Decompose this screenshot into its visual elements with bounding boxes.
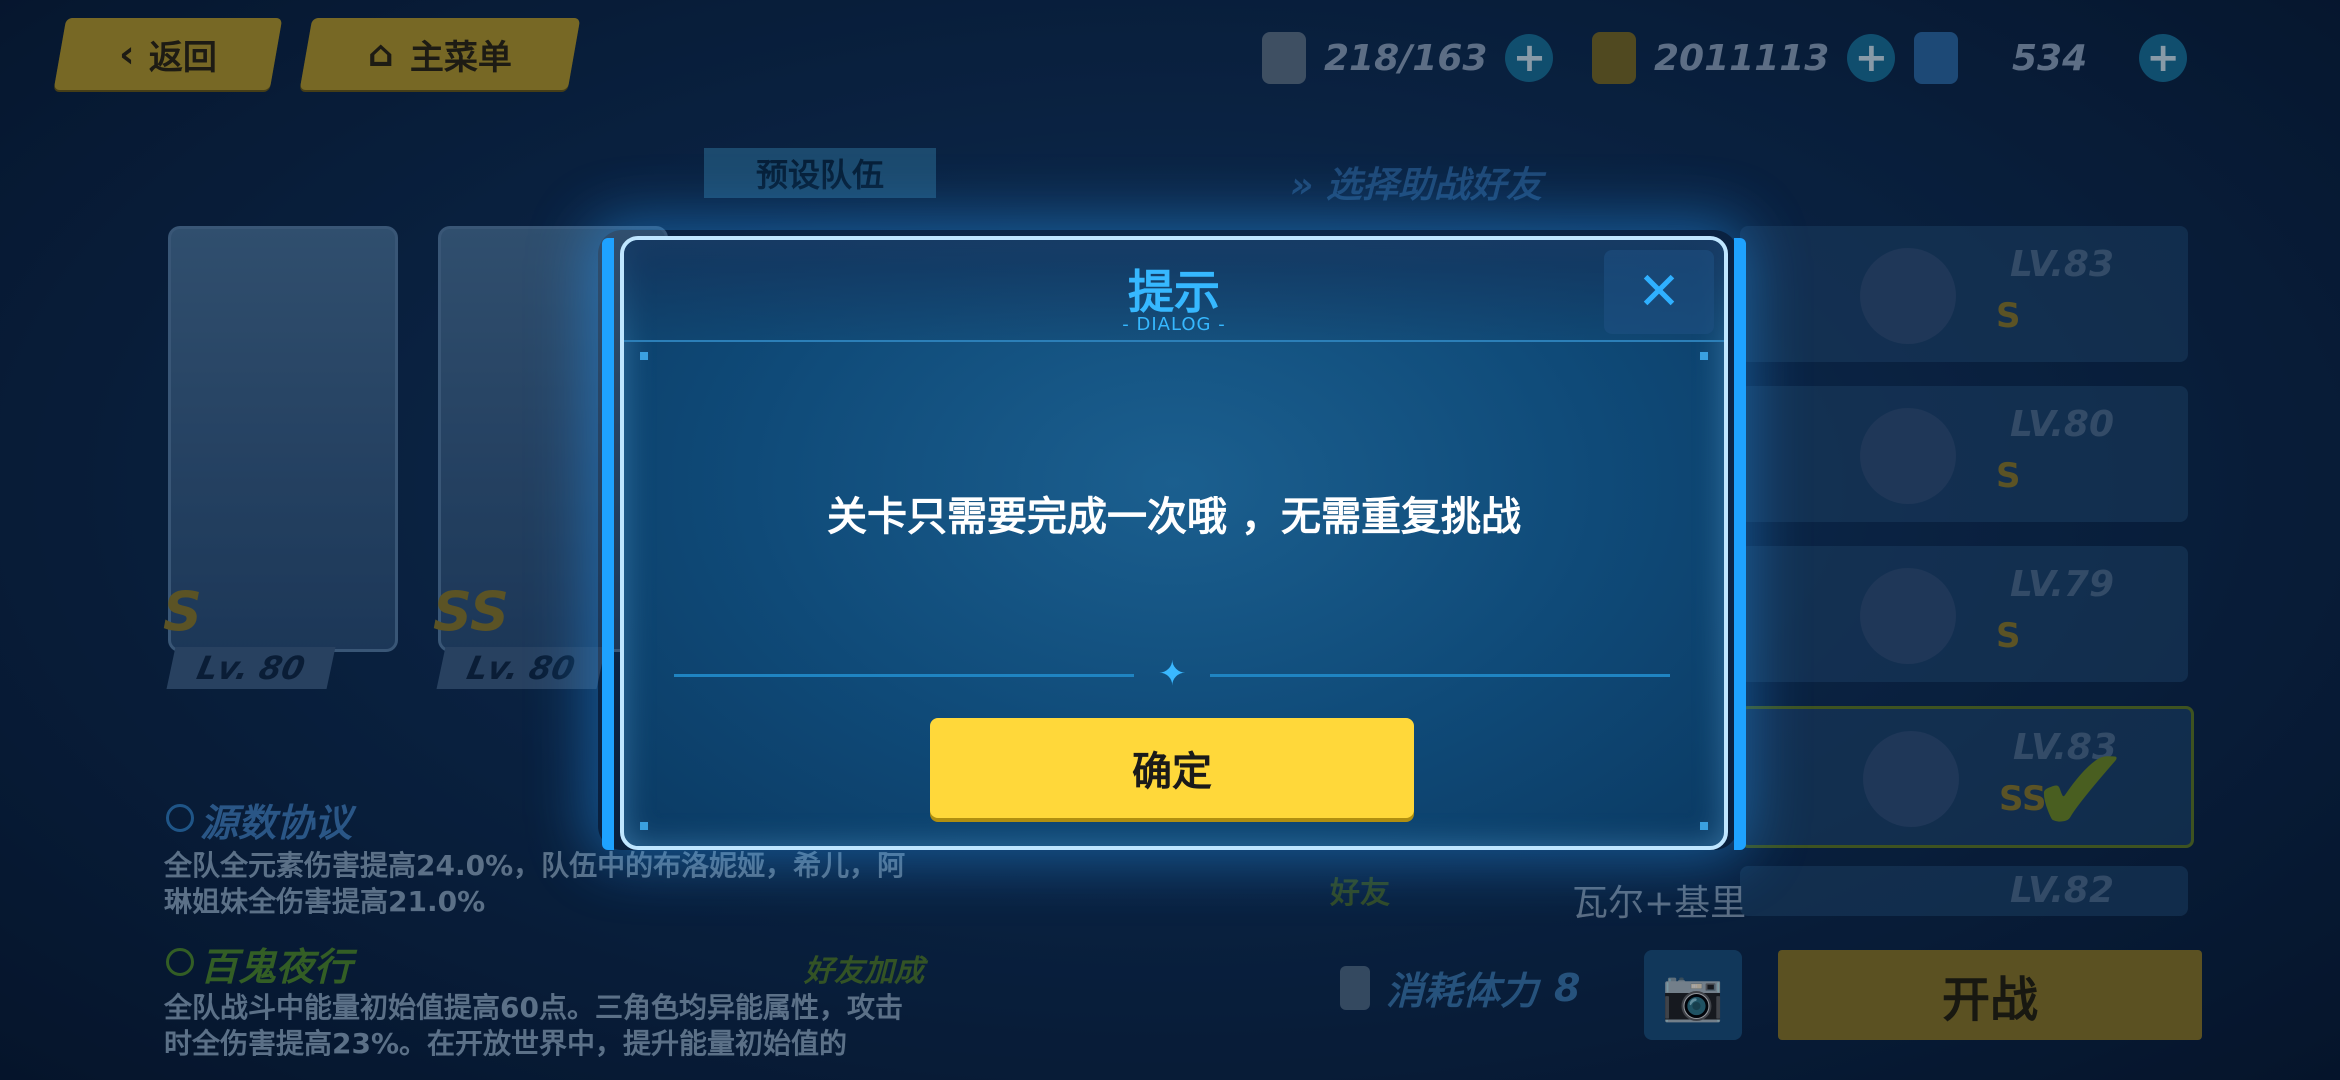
buff-name: 百鬼夜行 [200,945,353,989]
card-level: Lv. 80 [166,647,336,689]
friend-row[interactable]: LV.83 S [1740,226,2188,362]
friend-rank: S [1996,616,2021,656]
preset-team-tab[interactable]: 预设队伍 [704,148,936,198]
main-menu-label: 主菜单 [409,37,512,78]
stamina-value: 218/163 [1324,37,1488,79]
stamina-resource: 218/163 + [1262,30,1554,86]
close-icon: ✕ [1637,262,1681,322]
friend-bonus-tag: 好友加成 [804,954,924,989]
close-button[interactable]: ✕ [1604,250,1714,334]
stamina-can-icon [1340,965,1370,1010]
assist-friend-title: » 选择助战好友 [1290,165,1542,206]
friend-emblem-icon [1860,408,1956,504]
stamina-cost-label: 消耗体力 [1386,969,1539,1013]
friend-level: LV.80 [2010,404,2115,445]
coin-resource: 2011113 + [1592,30,1896,86]
stamina-cost: 消耗体力 8 [1340,960,1580,1015]
friend-name: 瓦尔+基里 [1572,883,1747,924]
card-level: Lv. 80 [436,647,606,689]
friend-row[interactable]: LV.82 [1740,866,2188,916]
crystal-value: 534 [2012,37,2088,79]
dialog-side-bar-right [1734,238,1746,850]
start-battle-button[interactable]: 开战 [1778,950,2202,1040]
hint-dialog: 提示 - DIALOG - ✕ 关卡只需要完成一次哦 ，无需重复挑战 ✦ 确定 [602,236,1746,850]
friend-row[interactable]: LV.79 S [1740,546,2188,682]
rank-badge: S [163,580,202,643]
friend-emblem-icon [1860,248,1956,344]
stamina-cost-value: 8 [1554,965,1581,1010]
friend-level: LV.79 [2010,564,2115,605]
corner-dot [640,352,648,360]
friend-rank: S [1996,296,2021,336]
friend-tag: 好友 [1330,876,1390,911]
buff-description: 全队全元素伤害提高24.0%，队伍中的布洛妮娅，希儿，阿琳姐妹全伤害提高21.0… [164,849,906,918]
dialog-title: 提示 [1128,265,1220,319]
buff-dot-icon [166,948,194,976]
dialog-subtitle: - DIALOG - [1122,314,1226,335]
corner-dot [640,822,648,830]
selected-check-icon: ✔ [2030,722,2131,861]
dialog-message: 关卡只需要完成一次哦 ，无需重复挑战 [827,494,1521,540]
chevron-left-icon: ‹ [119,32,135,76]
main-menu-button[interactable]: ⌂ 主菜单 [299,18,581,90]
add-coin-button[interactable]: + [1847,34,1896,82]
friend-level: LV.83 [2010,244,2115,285]
team-card-1[interactable]: S Lv. 80 [163,226,398,689]
coin-value: 2011113 [1654,37,1830,79]
back-label: 返回 [148,37,217,78]
back-button[interactable]: ‹ 返回 [53,18,283,90]
add-stamina-button[interactable]: + [1505,34,1554,82]
friend-row[interactable]: LV.80 S [1740,386,2188,522]
assist-title-text: 选择助战好友 [1325,165,1542,206]
rank-badge: SS [433,580,509,643]
divider-line [674,674,1134,677]
buff-name: 源数协议 [200,801,353,845]
corner-dot [1700,352,1708,360]
add-crystal-button[interactable]: + [2139,34,2188,82]
coin-icon [1592,32,1636,84]
crystal-icon [1914,32,1958,84]
camera-button[interactable]: 📷 [1644,950,1742,1040]
friend-rank: S [1996,456,2021,496]
crystal-resource: 534 + [1914,30,2188,86]
stamina-can-icon [1262,32,1306,84]
friend-level: LV.82 [2010,870,2115,911]
divider-line [1210,674,1670,677]
buff-description: 全队战斗中能量初始值提高60点。三角色均异能属性，攻击时全伤害提高23%。在开放… [164,991,903,1060]
friend-emblem-icon [1860,568,1956,664]
dialog-side-bar-left [602,238,614,850]
friend-emblem-icon [1863,731,1959,827]
corner-dot [1700,822,1708,830]
divider-star-icon: ✦ [1158,654,1187,694]
confirm-button[interactable]: 确定 [930,718,1414,818]
camera-icon: 📷 [1661,965,1725,1024]
buff-dot-icon [166,804,194,832]
home-icon: ⌂ [368,33,394,75]
